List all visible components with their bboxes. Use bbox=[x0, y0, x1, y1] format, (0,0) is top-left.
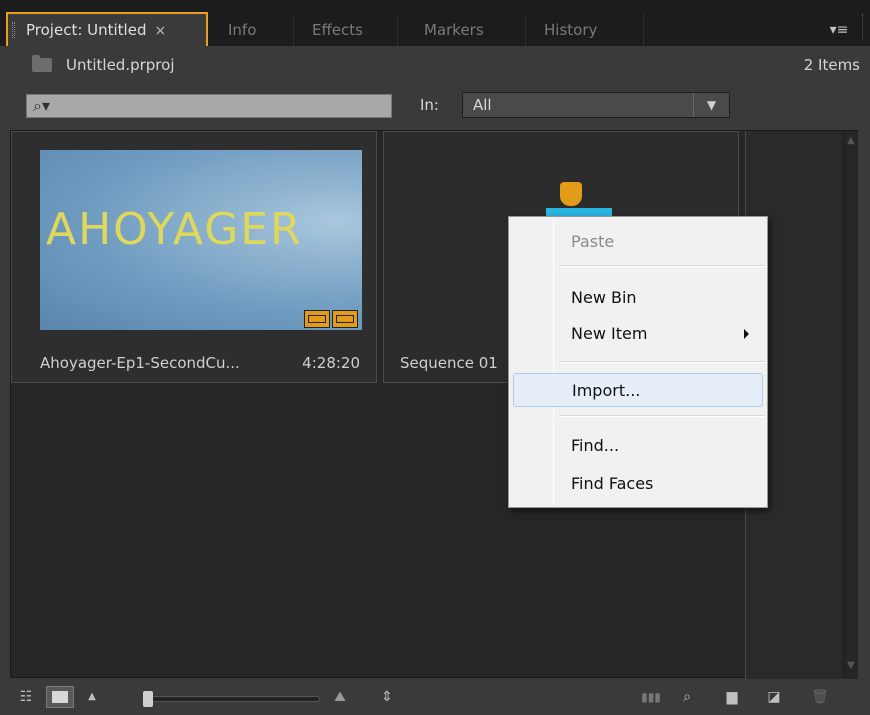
tab-history[interactable]: History bbox=[534, 14, 644, 46]
list-view-icon[interactable]: ☷ bbox=[14, 686, 38, 708]
path-row: Untitled.prproj 2 Items bbox=[0, 46, 870, 90]
thumbnail-title: AHOYAGER bbox=[46, 204, 303, 255]
tab-info[interactable]: Info bbox=[218, 14, 294, 46]
zoom-slider[interactable] bbox=[143, 691, 320, 707]
tab-history-label: History bbox=[544, 21, 598, 39]
in-select-value: All bbox=[473, 96, 492, 114]
audio-badge-icon bbox=[332, 310, 358, 328]
bottom-toolbar: ☷ ▲ ⛰ ⇕ ▮▮▮ ⌕ ▆ ◪ 🗑 bbox=[0, 680, 870, 715]
tab-effects-label: Effects bbox=[312, 21, 363, 39]
zoom-in-icon[interactable]: ⛰ bbox=[326, 686, 354, 708]
zoom-slider-handle[interactable] bbox=[143, 691, 153, 707]
menu-item-new-bin[interactable]: New Bin bbox=[513, 281, 763, 315]
tab-project-label: Project: Untitled bbox=[26, 21, 147, 39]
scroll-up-icon[interactable]: ▲ bbox=[847, 135, 855, 146]
menu-separator bbox=[559, 361, 765, 363]
tab-bar: Project: Untitled × Info Effects Markers … bbox=[0, 0, 870, 46]
tab-markers-label: Markers bbox=[424, 21, 484, 39]
menu-separator bbox=[559, 265, 765, 267]
items-count: 2 Items bbox=[803, 56, 860, 74]
search-icon[interactable]: ⌕▾ bbox=[33, 96, 50, 116]
context-menu: Paste New Bin New Item Import... Find...… bbox=[508, 216, 768, 508]
clip-name: Ahoyager-Ep1-SecondCu... bbox=[40, 354, 240, 372]
menu-item-find[interactable]: Find... bbox=[513, 429, 763, 463]
panel-menu-icon[interactable]: ▾≡ bbox=[824, 16, 854, 44]
menu-item-paste[interactable]: Paste bbox=[513, 225, 763, 259]
clip-item[interactable]: AHOYAGER Ahoyager-Ep1-SecondCu... 4:28:2… bbox=[11, 131, 377, 383]
vertical-scrollbar[interactable]: ▲ ▼ bbox=[844, 131, 858, 679]
new-item-icon[interactable]: ◪ bbox=[762, 686, 786, 708]
search-input[interactable]: ⌕▾ bbox=[26, 94, 392, 118]
chevron-down-icon[interactable]: ▼ bbox=[693, 93, 729, 117]
menu-item-new-item-label: New Item bbox=[571, 324, 648, 343]
clip-duration: 4:28:20 bbox=[302, 354, 360, 372]
tab-markers[interactable]: Markers bbox=[414, 14, 526, 46]
find-icon[interactable]: ⌕ bbox=[676, 686, 698, 708]
zoom-out-icon[interactable]: ▲ bbox=[84, 686, 100, 708]
scroll-down-icon[interactable]: ▼ bbox=[847, 660, 855, 671]
in-label: In: bbox=[420, 96, 439, 114]
new-bin-icon[interactable]: ▆ bbox=[720, 686, 744, 708]
clip-thumbnail[interactable]: AHOYAGER bbox=[40, 150, 362, 330]
tab-project[interactable]: Project: Untitled × bbox=[6, 12, 208, 46]
folder-up-icon[interactable] bbox=[32, 55, 52, 72]
menu-item-new-item[interactable]: New Item bbox=[513, 317, 763, 351]
submenu-arrow-icon bbox=[744, 329, 749, 339]
filter-row: ⌕▾ In: All ▼ bbox=[0, 90, 870, 120]
icon-view-icon[interactable] bbox=[46, 686, 74, 708]
menu-item-find-faces[interactable]: Find Faces bbox=[513, 467, 763, 501]
close-icon[interactable]: × bbox=[154, 23, 166, 39]
menu-separator bbox=[559, 415, 765, 417]
tab-info-label: Info bbox=[228, 21, 257, 39]
project-filename: Untitled.prproj bbox=[66, 56, 175, 74]
in-select[interactable]: All ▼ bbox=[462, 92, 730, 118]
automate-to-sequence-icon[interactable]: ▮▮▮ bbox=[636, 686, 666, 708]
grip-icon bbox=[862, 14, 866, 40]
tab-effects[interactable]: Effects bbox=[302, 14, 398, 46]
sequence-name: Sequence 01 bbox=[400, 354, 498, 372]
sort-icon[interactable]: ⇕ bbox=[376, 686, 398, 708]
video-badge-icon bbox=[304, 310, 330, 328]
menu-item-import[interactable]: Import... bbox=[513, 373, 763, 407]
trash-icon[interactable]: 🗑 bbox=[808, 686, 832, 708]
grip-icon bbox=[12, 22, 15, 38]
